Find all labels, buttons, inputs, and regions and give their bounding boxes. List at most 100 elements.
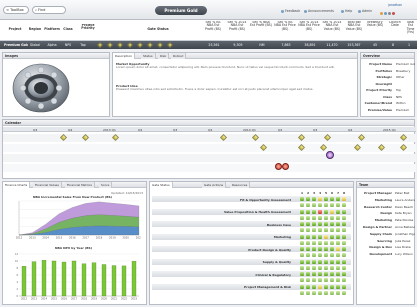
gate-substatus-cell[interactable] — [312, 203, 316, 207]
gate-substatus-cell[interactable] — [300, 253, 304, 257]
tab-financial-values[interactable]: Financial Values — [33, 182, 62, 188]
col-metric-8[interactable]: Brewbury Value (BS) — [366, 21, 384, 28]
chart2-bar[interactable] — [101, 264, 107, 297]
gate-status-cell[interactable] — [318, 209, 322, 214]
gate-status-cell[interactable] — [330, 259, 334, 264]
gate-substatus-cell[interactable] — [336, 278, 340, 282]
gate-substatus-cell[interactable] — [306, 253, 310, 257]
search-input[interactable]: ⌕ Find — [32, 6, 66, 14]
announcements-link[interactable]: Announcements — [304, 9, 334, 13]
gate-status-cell[interactable] — [318, 234, 322, 239]
gate-status-cell[interactable] — [336, 259, 340, 264]
gate-substatus-cell[interactable] — [324, 215, 328, 220]
tab-risk[interactable]: Risk — [158, 53, 170, 59]
gate-substatus-cell[interactable] — [324, 278, 328, 282]
gate-status-cell[interactable] — [342, 247, 346, 251]
col-platform[interactable]: Platform — [44, 27, 60, 31]
gate-status-cell[interactable] — [312, 259, 316, 264]
gate-status-cell[interactable] — [330, 209, 334, 214]
tab-gate-actions[interactable]: Gate Actions — [202, 182, 227, 188]
team-member[interactable]: Dean Beech — [395, 205, 415, 209]
chart2-bar[interactable] — [131, 261, 137, 297]
gate-status-cell[interactable] — [342, 284, 346, 289]
gate-status-cell[interactable] — [318, 222, 322, 226]
gate-status-cell[interactable] — [336, 247, 340, 251]
gate-substatus-cell[interactable] — [318, 203, 322, 207]
gate-substatus-cell[interactable] — [312, 253, 316, 257]
gate-substatus-cell[interactable] — [306, 290, 310, 295]
gate-status-cell[interactable] — [324, 259, 328, 264]
user-menu[interactable]: jonathan — [388, 3, 402, 7]
gate-substatus-cell[interactable] — [330, 203, 334, 207]
col-metric-5[interactable]: Sell % 2014 NBA Est Price (BS) — [298, 21, 320, 31]
gate-status-cell[interactable] — [324, 209, 328, 214]
gate-substatus-cell[interactable] — [306, 265, 310, 270]
gate-substatus-cell[interactable] — [336, 253, 340, 257]
gate-substatus-cell[interactable] — [312, 290, 316, 295]
milestone-red-2[interactable] — [282, 163, 289, 170]
milestone-red-1[interactable] — [275, 163, 282, 170]
chart2-bar[interactable] — [111, 265, 117, 297]
gate-substatus-cell[interactable] — [300, 228, 304, 232]
gate-status-cell[interactable] — [306, 247, 310, 251]
col-class[interactable]: Class — [62, 27, 74, 31]
gate-substatus-cell[interactable] — [342, 203, 346, 207]
chart2-bar[interactable] — [91, 262, 97, 297]
gate-status-cell[interactable] — [330, 197, 334, 201]
gate-substatus-cell[interactable] — [306, 215, 310, 220]
chart2-bar[interactable] — [71, 260, 77, 297]
gate-substatus-cell[interactable] — [342, 290, 346, 295]
gate-status-cell[interactable] — [342, 222, 346, 226]
tab-score[interactable]: Score — [99, 182, 113, 188]
gate-substatus-cell[interactable] — [306, 203, 310, 207]
gate-status-cell[interactable] — [306, 284, 310, 289]
chart2-bar[interactable] — [121, 265, 127, 297]
gate-status-cell[interactable] — [336, 284, 340, 289]
team-member[interactable]: Pete Nicolas — [395, 218, 415, 222]
col-project[interactable]: Project — [4, 27, 26, 31]
gate-substatus-cell[interactable] — [330, 228, 334, 232]
gate-status-cell[interactable] — [312, 234, 316, 239]
gate-substatus-cell[interactable] — [336, 215, 340, 220]
gate-substatus-cell[interactable] — [330, 290, 334, 295]
gate-status-cell[interactable] — [318, 247, 322, 251]
share-icon[interactable] — [384, 12, 387, 15]
team-member[interactable]: Anna Bellwood — [395, 225, 415, 229]
team-member[interactable]: Laura Anderson — [395, 198, 415, 202]
team-member[interactable]: Kate Bryan — [395, 211, 415, 215]
star-icon[interactable] — [380, 12, 383, 15]
gate-substatus-cell[interactable] — [312, 228, 316, 232]
team-member[interactable]: Julia Perez — [395, 239, 415, 243]
gate-substatus-cell[interactable] — [318, 228, 322, 232]
admin-link[interactable]: Admin — [358, 9, 372, 13]
feedback-link[interactable]: Feedback — [281, 9, 300, 13]
gate-substatus-cell[interactable] — [342, 265, 346, 270]
gate-status-cell[interactable] — [312, 272, 316, 276]
gate-substatus-cell[interactable] — [324, 228, 328, 232]
gate-status-cell[interactable] — [324, 247, 328, 251]
team-member[interactable]: Lisa Drake — [395, 245, 415, 249]
gate-substatus-cell[interactable] — [330, 215, 334, 220]
gate-substatus-cell[interactable] — [312, 240, 316, 245]
team-member[interactable]: Jonathan Pigott — [395, 232, 415, 236]
gate-status-cell[interactable] — [300, 272, 304, 276]
gate-status-cell[interactable] — [312, 284, 316, 289]
gate-status-cell[interactable] — [324, 197, 328, 201]
gate-substatus-cell[interactable] — [342, 278, 346, 282]
chart2-bar[interactable] — [61, 261, 67, 297]
close-icon[interactable] — [392, 12, 395, 15]
gate-substatus-cell[interactable] — [342, 253, 346, 257]
gate-status-cell[interactable] — [300, 222, 304, 226]
gate-substatus-cell[interactable] — [318, 253, 322, 257]
gate-substatus-cell[interactable] — [306, 278, 310, 282]
gate-status-cell[interactable] — [312, 209, 316, 214]
team-member[interactable]: Peter Ball — [395, 191, 415, 195]
gate-substatus-cell[interactable] — [324, 290, 328, 295]
gate-status-cell[interactable] — [336, 272, 340, 276]
col-launch-date[interactable]: Launch Date — [386, 21, 404, 28]
tab-status[interactable]: Status — [141, 53, 156, 59]
tab-gate-status[interactable]: Gate Status — [150, 182, 173, 188]
col-metric-7[interactable]: Total BW NBA Est Value (BS) — [344, 21, 364, 31]
gate-substatus-cell[interactable] — [312, 215, 316, 220]
col-total-time[interactable]: Total Est Time (Yrs) — [404, 21, 417, 35]
